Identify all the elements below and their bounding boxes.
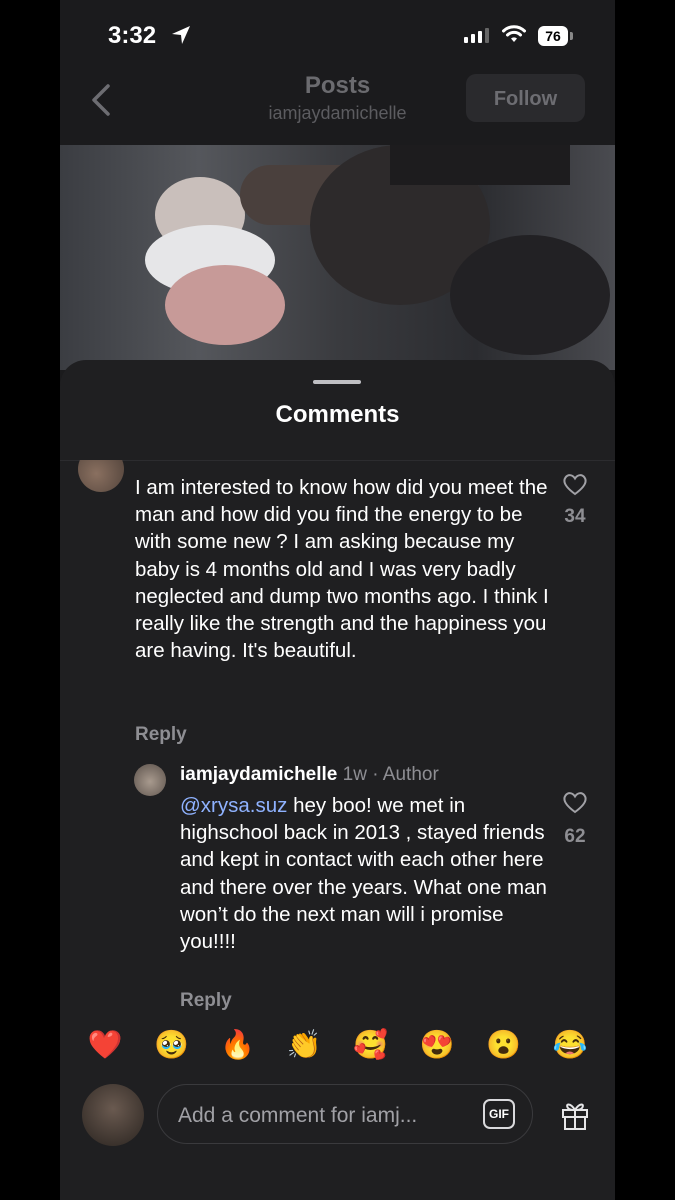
signal-icon: [464, 28, 489, 43]
emoji-heart-eyes[interactable]: 😍: [417, 1025, 457, 1065]
comment-composer[interactable]: GIF: [157, 1084, 533, 1144]
current-user-avatar[interactable]: [82, 1084, 144, 1146]
gif-button[interactable]: GIF: [483, 1099, 515, 1129]
reply-username[interactable]: iamjaydamichelle: [180, 764, 337, 785]
emoji-smiling-hearts[interactable]: 🥰: [351, 1025, 391, 1065]
wifi-icon: [502, 25, 526, 42]
like-count: 34: [564, 506, 586, 527]
status-time: 3:32: [108, 22, 157, 49]
author-badge: Author: [382, 764, 439, 785]
heart-icon[interactable]: [562, 790, 588, 814]
comments-sheet: Comments I am interested to know how did…: [60, 360, 615, 1200]
quick-reaction-bar: ❤️ 🥹 🔥 👏 🥰 😍 😮 😂: [60, 1025, 615, 1065]
reply-button[interactable]: Reply: [180, 990, 232, 1012]
comments-list[interactable]: I am interested to know how did you meet…: [60, 460, 615, 1012]
emoji-holding-tears[interactable]: 🥹: [151, 1025, 191, 1065]
heart-icon[interactable]: [562, 472, 588, 496]
comment-text: I am interested to know how did you meet…: [135, 476, 549, 663]
emoji-clap[interactable]: 👏: [284, 1025, 324, 1065]
reply-time: 1w: [342, 764, 367, 785]
phone-screen: 3:32 76 Posts iamjaydamichelle Follow Co…: [60, 0, 615, 1200]
mention-link[interactable]: @xrysa.suz: [180, 794, 287, 817]
reply-author-avatar[interactable]: [134, 764, 166, 796]
emoji-fire[interactable]: 🔥: [218, 1025, 258, 1065]
emoji-heart[interactable]: ❤️: [85, 1025, 125, 1065]
reply-button[interactable]: Reply: [135, 724, 187, 746]
emoji-laughing[interactable]: 😂: [550, 1025, 590, 1065]
battery-indicator: 76: [538, 26, 568, 46]
meta-separator: ·: [366, 764, 383, 785]
sheet-drag-handle[interactable]: [313, 380, 361, 384]
reply-body: hey boo! we met in highschool back in 20…: [180, 794, 547, 954]
post-photo-illustration: [145, 145, 610, 355]
battery-tip: [570, 32, 573, 40]
status-bar: 3:32 76: [60, 0, 615, 70]
follow-button[interactable]: Follow: [466, 74, 585, 122]
gift-icon[interactable]: [558, 1098, 592, 1132]
post-photo[interactable]: [60, 145, 615, 370]
reply-text: @xrysa.suz hey boo! we met in highschool…: [180, 792, 550, 955]
location-arrow-icon: [172, 26, 190, 44]
like-count: 62: [564, 826, 586, 847]
emoji-surprised[interactable]: 😮: [484, 1025, 524, 1065]
reply-header: iamjaydamichelle 1w · Author: [180, 764, 439, 786]
comments-title: Comments: [275, 401, 400, 428]
commenter-avatar[interactable]: [78, 460, 124, 492]
comment-input[interactable]: [176, 1101, 460, 1131]
